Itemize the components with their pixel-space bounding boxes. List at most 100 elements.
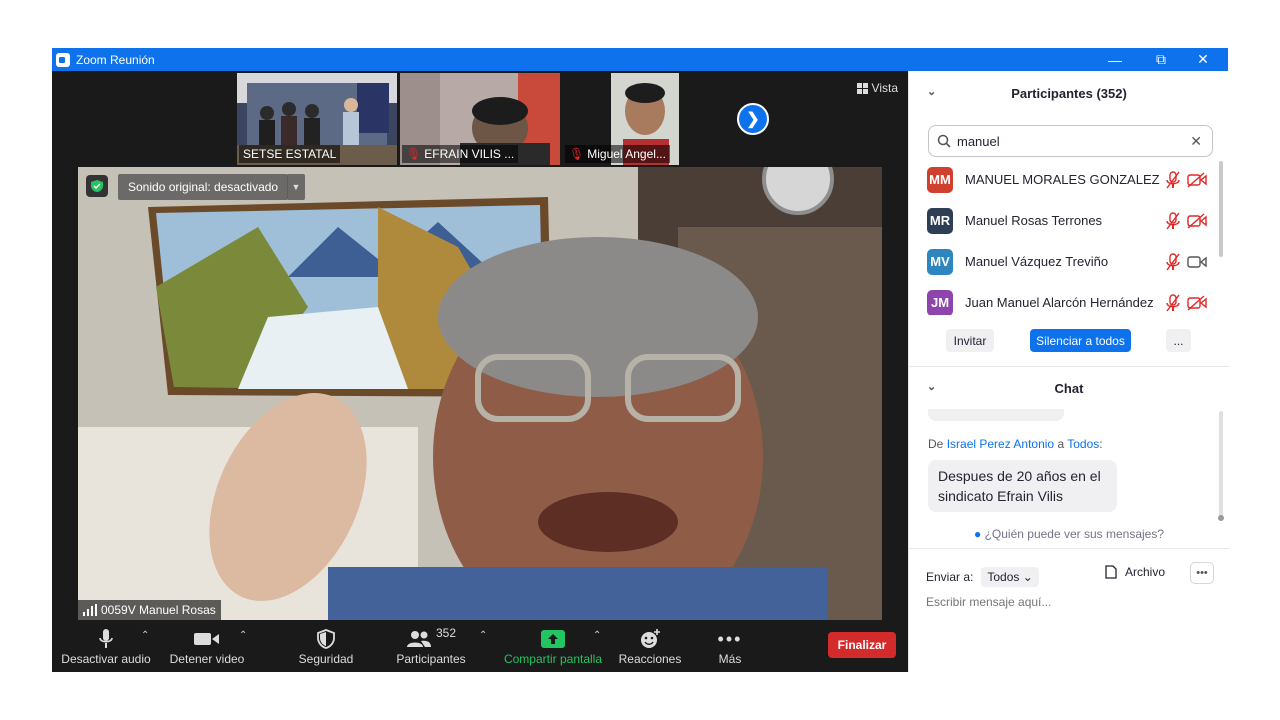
end-meeting-button[interactable]: Finalizar [828, 632, 896, 658]
participant-list: MM MANUEL MORALES GONZALEZ MR Manuel Ros… [909, 159, 1219, 315]
chat-more-button[interactable]: ••• [1190, 562, 1214, 584]
sender-name-link[interactable]: Israel Perez Antonio [947, 437, 1054, 451]
participant-row[interactable]: MR Manuel Rosas Terrones [909, 200, 1219, 241]
participant-name: Juan Manuel Alarcón Hernández [965, 295, 1154, 310]
chevron-down-icon[interactable]: ⌄ [927, 85, 936, 98]
avatar: JM [927, 289, 953, 315]
speaker-name-tag: 0059V Manuel Rosas [78, 600, 221, 620]
speaker-video-frame [78, 167, 882, 620]
clear-search-icon[interactable]: ✕ [1190, 133, 1202, 150]
chat-message-input[interactable] [926, 595, 1216, 609]
person-icon: ● [973, 527, 982, 541]
invite-button[interactable]: Invitar [946, 329, 994, 352]
mic-muted-icon: 🎙︎ [406, 147, 422, 161]
video-options-caret[interactable]: ⌃ [239, 630, 247, 641]
participant-row[interactable]: MM MANUEL MORALES GONZALEZ [909, 159, 1219, 200]
share-screen-button[interactable]: Compartir pantalla [500, 620, 606, 672]
chat-divider [909, 548, 1229, 549]
participants-button[interactable]: 352 Participantes [392, 620, 470, 672]
active-speaker-video[interactable]: Sonido original: desactivado ▼ 0059V Man… [78, 167, 882, 620]
participants-more-button[interactable]: ... [1166, 329, 1191, 352]
participants-header: ⌄ Participantes (352) [909, 71, 1229, 115]
meeting-toolbar: Desactivar audio ⌃ Detener video ⌃ Segur… [52, 620, 908, 672]
mic-muted-icon[interactable] [1165, 170, 1181, 189]
chat-header: ⌄ Chat [909, 366, 1229, 410]
participant-list-scrollbar[interactable] [1219, 161, 1223, 257]
send-to-row: Enviar a: Todos ⌄ [926, 567, 1039, 587]
chevron-right-icon: ❯ [746, 111, 760, 128]
view-button[interactable]: Vista [856, 81, 898, 95]
message-sender-line: De Israel Perez Antonio a Todos: [928, 437, 1103, 451]
signal-strength-icon [83, 604, 97, 616]
reactions-button[interactable]: Reacciones [614, 620, 686, 672]
original-sound-button[interactable]: Sonido original: desactivado [118, 174, 289, 200]
mute-all-button[interactable]: Silenciar a todos [1030, 329, 1131, 352]
audio-options-caret[interactable]: ⌃ [141, 630, 149, 641]
participant-search-input[interactable] [957, 133, 1177, 149]
thumbnail-setse-estatal[interactable]: SETSE ESTATAL [237, 73, 397, 165]
participant-name: Manuel Rosas Terrones [965, 213, 1103, 228]
emoji-reaction-icon [641, 629, 660, 648]
shield-icon [317, 629, 335, 649]
next-page-button[interactable]: ❯ [737, 103, 769, 135]
file-icon [1105, 565, 1117, 579]
security-button[interactable]: Seguridad [292, 620, 360, 672]
video-on-icon[interactable] [1187, 254, 1207, 270]
grid-view-icon [856, 82, 868, 94]
participants-title: Participantes (352) [1011, 85, 1127, 101]
encryption-badge[interactable] [86, 175, 108, 197]
more-options-button[interactable]: ••• Más [706, 620, 754, 672]
thumbnail-miguel-angel[interactable]: 🎙︎ Miguel Angel... [563, 73, 723, 165]
caret-down-icon: ▼ [291, 182, 301, 192]
previous-message-bubble [928, 409, 1064, 421]
file-button[interactable]: Archivo [1105, 565, 1165, 579]
participant-row[interactable]: MV Manuel Vázquez Treviño [909, 241, 1219, 282]
close-window-button[interactable]: ✕ [1180, 48, 1226, 71]
window-title: Zoom Reunión [76, 52, 155, 67]
video-off-icon[interactable] [1187, 212, 1207, 229]
zoom-app-icon [56, 52, 70, 67]
chevron-down-icon: ⌄ [1022, 570, 1033, 584]
chevron-down-icon[interactable]: ⌄ [927, 380, 936, 393]
mic-muted-icon[interactable] [1165, 211, 1181, 230]
video-off-icon[interactable] [1187, 294, 1207, 311]
more-dots-icon: ••• [717, 628, 743, 649]
recipient-dropdown[interactable]: Todos ⌄ [981, 567, 1039, 587]
chat-scrollbar[interactable] [1219, 411, 1223, 519]
original-sound-caret[interactable]: ▼ [287, 174, 305, 200]
share-screen-icon [541, 630, 565, 648]
chat-message-bubble: Despues de 20 años en el sindicato Efrai… [928, 460, 1117, 512]
zoom-window: Zoom Reunión — ⧉ ✕ SETSE ESTATAL 🎙︎ EFRA… [52, 48, 1229, 672]
participant-row[interactable]: JM Juan Manuel Alarcón Hernández [909, 282, 1219, 315]
share-options-caret[interactable]: ⌃ [593, 630, 601, 641]
mic-muted-icon[interactable] [1165, 293, 1181, 312]
restore-button[interactable]: ⧉ [1138, 48, 1184, 71]
more-dots-icon: ••• [1196, 567, 1208, 579]
participants-options-caret[interactable]: ⌃ [479, 630, 487, 641]
thumbnail-label: 🎙︎ EFRAIN VILIS ... [402, 145, 519, 163]
video-off-icon[interactable] [1187, 171, 1207, 188]
recipient-link[interactable]: Todos [1067, 437, 1099, 451]
video-camera-icon [194, 633, 219, 645]
thumbnail-efrain-vilis[interactable]: 🎙︎ EFRAIN VILIS ... [400, 73, 560, 165]
microphone-icon [99, 629, 113, 648]
side-panel: ⌄ Participantes (352) ✕ MM MANUEL MORALE… [908, 71, 1229, 672]
participant-search-box[interactable]: ✕ [928, 125, 1213, 157]
mic-muted-icon: 🎙︎ [569, 147, 585, 161]
mic-muted-icon[interactable] [1165, 252, 1181, 271]
minimize-button[interactable]: — [1092, 48, 1138, 71]
avatar: MM [927, 166, 953, 193]
thumbnail-strip: SETSE ESTATAL 🎙︎ EFRAIN VILIS ... 🎙︎ Mig… [237, 73, 723, 165]
participants-icon [406, 631, 431, 647]
who-can-see-link[interactable]: ● ¿Quién puede ver sus mensajes? [909, 527, 1229, 541]
mute-audio-button[interactable]: Desactivar audio [60, 620, 152, 672]
participants-count: 352 [435, 626, 457, 640]
thumbnail-label: 🎙︎ Miguel Angel... [565, 145, 670, 163]
avatar: MR [927, 207, 953, 234]
meeting-area: SETSE ESTATAL 🎙︎ EFRAIN VILIS ... 🎙︎ Mig… [52, 71, 908, 672]
stop-video-button[interactable]: Detener video [166, 620, 248, 672]
thumbnail-label: SETSE ESTATAL [239, 145, 341, 163]
avatar: MV [927, 248, 953, 275]
chat-scroll-thumb[interactable] [1218, 515, 1224, 521]
participant-name: MANUEL MORALES GONZALEZ [965, 172, 1160, 187]
